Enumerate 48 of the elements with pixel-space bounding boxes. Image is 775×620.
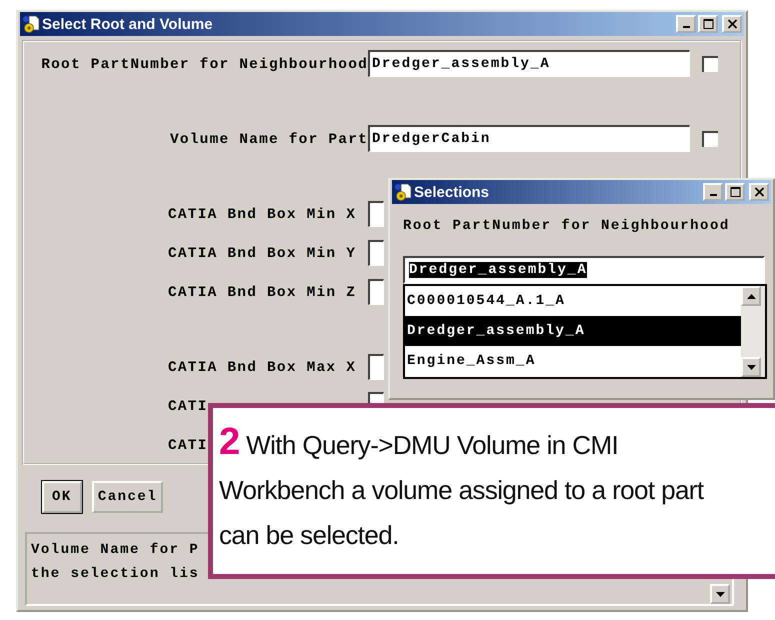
down-arrow-icon <box>716 592 724 596</box>
text-field[interactable]: Dredger_assembly_A <box>368 50 690 77</box>
scroll-up-button[interactable] <box>741 286 761 306</box>
maximize-button[interactable] <box>698 15 718 33</box>
up-arrow-icon <box>746 294 756 298</box>
window-title: Select Root and Volume <box>42 16 214 32</box>
field-label: CATIA Bnd Box Min Z <box>168 284 356 300</box>
text-field[interactable] <box>368 278 384 304</box>
message-text: Volume Name for P <box>31 541 200 560</box>
minimize-icon <box>710 194 716 196</box>
close-button[interactable] <box>722 15 742 33</box>
field-label: CATIA Bnd Box Min X <box>168 206 356 222</box>
text-field[interactable] <box>368 200 384 226</box>
text-field[interactable]: DredgerCabin <box>368 125 690 152</box>
list-item[interactable]: Engine_Assm_A <box>405 346 741 376</box>
checkbox[interactable] <box>702 130 718 146</box>
field-label: Volume Name for Part <box>170 132 368 148</box>
callout-text: 2 With Query->DMU Volume in CMI Workbench a volume assigned to a root part can be selected. <box>219 420 705 552</box>
maximize-icon <box>700 17 716 31</box>
cancel-button[interactable]: Cancel <box>92 481 164 513</box>
minimize-button[interactable] <box>703 183 723 201</box>
list-item[interactable]: C000010544_A.1_A <box>405 286 741 316</box>
ok-button[interactable]: OK <box>42 481 82 513</box>
text-field[interactable]: Dredger_assembly_A <box>403 256 765 284</box>
field-label: CATIA Bnd Box Min Y <box>168 246 356 262</box>
field-label: CATIA Bnd Box Max X <box>168 360 356 376</box>
minimize-button[interactable] <box>676 15 696 33</box>
scroll-down-button[interactable] <box>741 357 761 377</box>
app-icon <box>394 183 412 201</box>
checkbox[interactable] <box>702 56 718 72</box>
field-label: Root PartNumber for Neighbourhood <box>41 56 368 72</box>
minimize-icon <box>682 26 690 28</box>
maximize-button[interactable] <box>725 183 745 201</box>
scroll-down-button[interactable] <box>710 584 730 604</box>
field-label: Root PartNumber for Neighbourhood <box>403 218 731 236</box>
scrollbar[interactable] <box>741 286 765 377</box>
window-title: Selections <box>414 184 490 200</box>
field-label: CATI <box>168 438 208 454</box>
close-button[interactable] <box>749 183 769 201</box>
app-icon <box>22 15 40 33</box>
field-value: Dredger_assembly_A <box>409 262 588 278</box>
field-label: CATI <box>168 398 208 414</box>
down-arrow-icon <box>746 364 756 370</box>
text-field[interactable] <box>368 354 384 380</box>
list-item[interactable]: Dredger_assembly_A <box>405 316 741 346</box>
message-text: the selection lis <box>31 565 200 584</box>
text-field[interactable] <box>368 240 384 266</box>
maximize-icon <box>728 185 742 199</box>
